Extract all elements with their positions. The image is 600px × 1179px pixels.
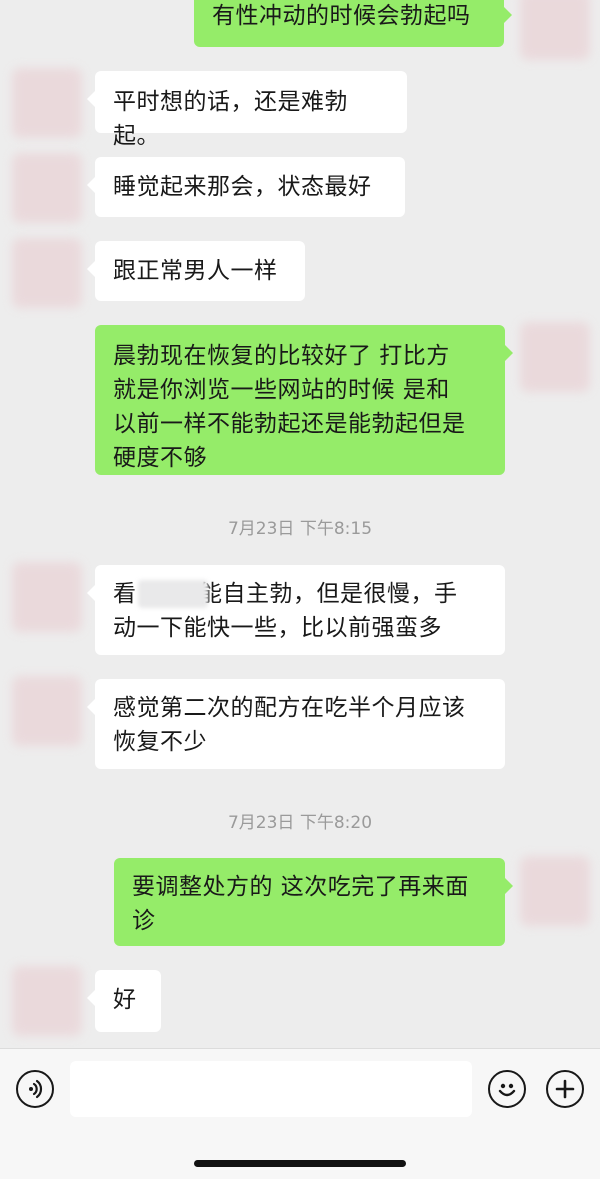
contact-avatar[interactable] (12, 68, 82, 138)
contact-avatar[interactable] (12, 562, 82, 632)
voice-button[interactable] (16, 1070, 54, 1108)
emoji-button[interactable] (488, 1070, 526, 1108)
message-bubble-incoming[interactable]: 睡觉起来那会，状态最好 (87, 157, 405, 217)
contact-avatar[interactable] (12, 676, 82, 746)
timestamp: 7月23日 下午8:20 (227, 813, 373, 833)
plus-icon (554, 1078, 576, 1100)
message-bubble-outgoing[interactable]: 晨勃现在恢复的比较好了 打比方 就是你浏览一些网站的时候 是和 以前一样不能勃起… (95, 325, 513, 475)
my-avatar[interactable] (520, 856, 590, 926)
message-bubble-outgoing[interactable]: 要调整处方的 这次吃完了再来面 诊 (114, 858, 513, 946)
redacted-text-mask (138, 580, 208, 608)
message-input[interactable] (70, 1061, 472, 1117)
voice-icon (24, 1078, 46, 1100)
message-bubble-incoming[interactable]: 平时想的话，还是难勃起。 (87, 71, 407, 149)
message-bubble-incoming[interactable]: 跟正常男人一样 (87, 241, 305, 301)
home-indicator[interactable] (194, 1160, 406, 1167)
message-bubble-incoming[interactable]: 看 能自主勃，但是很慢，手 动一下能快一些，比以前强蛮多 (87, 565, 505, 655)
contact-avatar[interactable] (12, 966, 82, 1036)
message-bubble-outgoing[interactable]: 有性冲动的时候会勃起吗 (194, 0, 512, 47)
input-bar (0, 1048, 600, 1179)
timestamp: 7月23日 下午8:15 (227, 519, 373, 539)
chat-area[interactable]: 有性冲动的时候会勃起吗 平时想的话，还是难勃起。 睡觉起来那会，状态最好 跟正常… (0, 0, 600, 1048)
my-avatar[interactable] (520, 322, 590, 392)
contact-avatar[interactable] (12, 238, 82, 308)
emoji-icon (493, 1075, 521, 1103)
message-bubble-incoming[interactable]: 好 (87, 970, 161, 1032)
my-avatar[interactable] (520, 0, 590, 60)
contact-avatar[interactable] (12, 153, 82, 223)
message-bubble-incoming[interactable]: 感觉第二次的配方在吃半个月应该 恢复不少 (87, 679, 505, 769)
more-button[interactable] (546, 1070, 584, 1108)
